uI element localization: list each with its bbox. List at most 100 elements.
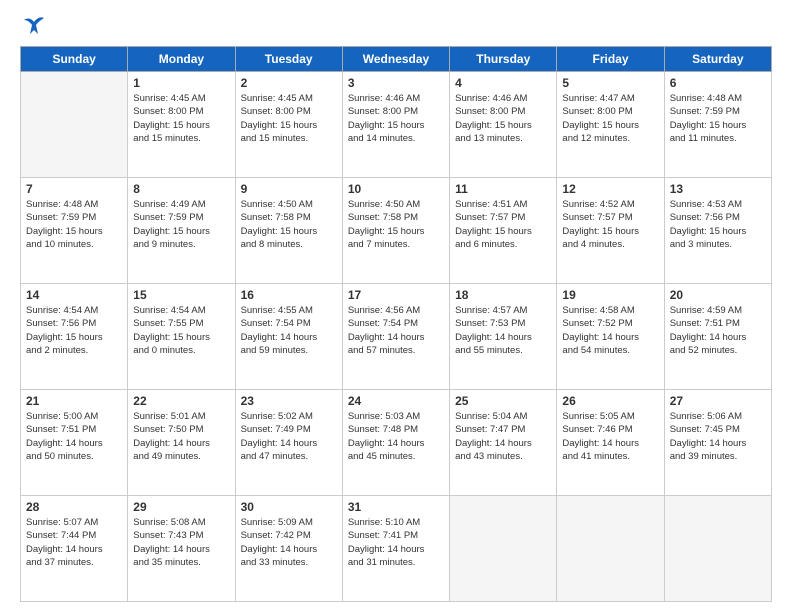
day-info: Sunrise: 4:59 AM Sunset: 7:51 PM Dayligh…	[670, 304, 766, 357]
day-number: 5	[562, 76, 658, 90]
calendar-header-wednesday: Wednesday	[342, 47, 449, 72]
day-number: 27	[670, 394, 766, 408]
day-number: 21	[26, 394, 122, 408]
calendar-header-row: SundayMondayTuesdayWednesdayThursdayFrid…	[21, 47, 772, 72]
day-info: Sunrise: 5:09 AM Sunset: 7:42 PM Dayligh…	[241, 516, 337, 569]
calendar-cell: 23 Sunrise: 5:02 AM Sunset: 7:49 PM Dayli…	[235, 390, 342, 496]
calendar-cell: 28 Sunrise: 5:07 AM Sunset: 7:44 PM Dayli…	[21, 496, 128, 602]
logo-bird-icon	[22, 16, 46, 36]
calendar-header-sunday: Sunday	[21, 47, 128, 72]
day-info: Sunrise: 4:51 AM Sunset: 7:57 PM Dayligh…	[455, 198, 551, 251]
day-info: Sunrise: 4:54 AM Sunset: 7:55 PM Dayligh…	[133, 304, 229, 357]
calendar-cell: 8 Sunrise: 4:49 AM Sunset: 7:59 PM Daylig…	[128, 178, 235, 284]
day-number: 30	[241, 500, 337, 514]
calendar-cell: 13 Sunrise: 4:53 AM Sunset: 7:56 PM Dayli…	[664, 178, 771, 284]
day-number: 29	[133, 500, 229, 514]
calendar-cell: 2 Sunrise: 4:45 AM Sunset: 8:00 PM Daylig…	[235, 72, 342, 178]
day-info: Sunrise: 4:57 AM Sunset: 7:53 PM Dayligh…	[455, 304, 551, 357]
day-number: 10	[348, 182, 444, 196]
calendar-cell: 16 Sunrise: 4:55 AM Sunset: 7:54 PM Dayli…	[235, 284, 342, 390]
day-info: Sunrise: 4:48 AM Sunset: 7:59 PM Dayligh…	[26, 198, 122, 251]
calendar-week-3: 14 Sunrise: 4:54 AM Sunset: 7:56 PM Dayli…	[21, 284, 772, 390]
calendar-cell: 14 Sunrise: 4:54 AM Sunset: 7:56 PM Dayli…	[21, 284, 128, 390]
day-number: 16	[241, 288, 337, 302]
calendar-cell: 30 Sunrise: 5:09 AM Sunset: 7:42 PM Dayli…	[235, 496, 342, 602]
logo	[20, 16, 46, 36]
day-number: 17	[348, 288, 444, 302]
day-info: Sunrise: 4:50 AM Sunset: 7:58 PM Dayligh…	[241, 198, 337, 251]
calendar-cell: 4Sunrise: 4:46 AM Sunset: 8:00 PM Daylig…	[450, 72, 557, 178]
day-number: 19	[562, 288, 658, 302]
day-number: 6	[670, 76, 766, 90]
calendar-cell: 3 Sunrise: 4:46 AM Sunset: 8:00 PM Daylig…	[342, 72, 449, 178]
logo-text	[20, 16, 46, 36]
calendar-week-5: 28 Sunrise: 5:07 AM Sunset: 7:44 PM Dayli…	[21, 496, 772, 602]
day-info: Sunrise: 4:52 AM Sunset: 7:57 PM Dayligh…	[562, 198, 658, 251]
calendar-cell	[664, 496, 771, 602]
day-number: 9	[241, 182, 337, 196]
calendar-cell: 25 Sunrise: 5:04 AM Sunset: 7:47 PM Dayli…	[450, 390, 557, 496]
day-info: Sunrise: 5:05 AM Sunset: 7:46 PM Dayligh…	[562, 410, 658, 463]
day-number: 23	[241, 394, 337, 408]
calendar-cell: 24Sunrise: 5:03 AM Sunset: 7:48 PM Dayli…	[342, 390, 449, 496]
day-info: Sunrise: 4:45 AM Sunset: 8:00 PM Dayligh…	[241, 92, 337, 145]
calendar-cell: 5 Sunrise: 4:47 AM Sunset: 8:00 PM Daylig…	[557, 72, 664, 178]
day-number: 1	[133, 76, 229, 90]
calendar-week-2: 7 Sunrise: 4:48 AM Sunset: 7:59 PM Daylig…	[21, 178, 772, 284]
calendar-week-1: 1 Sunrise: 4:45 AM Sunset: 8:00 PM Daylig…	[21, 72, 772, 178]
day-info: Sunrise: 4:46 AM Sunset: 8:00 PM Dayligh…	[348, 92, 444, 145]
calendar-cell	[21, 72, 128, 178]
calendar-cell	[450, 496, 557, 602]
day-info: Sunrise: 5:01 AM Sunset: 7:50 PM Dayligh…	[133, 410, 229, 463]
calendar-header-friday: Friday	[557, 47, 664, 72]
calendar-cell: 10 Sunrise: 4:50 AM Sunset: 7:58 PM Dayli…	[342, 178, 449, 284]
day-info: Sunrise: 4:58 AM Sunset: 7:52 PM Dayligh…	[562, 304, 658, 357]
calendar-cell: 12 Sunrise: 4:52 AM Sunset: 7:57 PM Dayli…	[557, 178, 664, 284]
day-number: 15	[133, 288, 229, 302]
calendar-cell: 9 Sunrise: 4:50 AM Sunset: 7:58 PM Daylig…	[235, 178, 342, 284]
calendar-cell	[557, 496, 664, 602]
calendar-cell: 22 Sunrise: 5:01 AM Sunset: 7:50 PM Dayli…	[128, 390, 235, 496]
day-info: Sunrise: 4:53 AM Sunset: 7:56 PM Dayligh…	[670, 198, 766, 251]
calendar-cell: 29Sunrise: 5:08 AM Sunset: 7:43 PM Dayli…	[128, 496, 235, 602]
calendar-cell: 1 Sunrise: 4:45 AM Sunset: 8:00 PM Daylig…	[128, 72, 235, 178]
calendar-cell: 18Sunrise: 4:57 AM Sunset: 7:53 PM Dayli…	[450, 284, 557, 390]
day-info: Sunrise: 4:48 AM Sunset: 7:59 PM Dayligh…	[670, 92, 766, 145]
day-info: Sunrise: 5:06 AM Sunset: 7:45 PM Dayligh…	[670, 410, 766, 463]
day-number: 11	[455, 182, 551, 196]
day-info: Sunrise: 5:00 AM Sunset: 7:51 PM Dayligh…	[26, 410, 122, 463]
day-number: 13	[670, 182, 766, 196]
day-number: 26	[562, 394, 658, 408]
day-info: Sunrise: 4:50 AM Sunset: 7:58 PM Dayligh…	[348, 198, 444, 251]
day-number: 14	[26, 288, 122, 302]
calendar-header-saturday: Saturday	[664, 47, 771, 72]
day-info: Sunrise: 4:45 AM Sunset: 8:00 PM Dayligh…	[133, 92, 229, 145]
day-info: Sunrise: 4:49 AM Sunset: 7:59 PM Dayligh…	[133, 198, 229, 251]
day-info: Sunrise: 5:07 AM Sunset: 7:44 PM Dayligh…	[26, 516, 122, 569]
calendar-week-4: 21 Sunrise: 5:00 AM Sunset: 7:51 PM Dayli…	[21, 390, 772, 496]
day-info: Sunrise: 5:02 AM Sunset: 7:49 PM Dayligh…	[241, 410, 337, 463]
day-info: Sunrise: 5:04 AM Sunset: 7:47 PM Dayligh…	[455, 410, 551, 463]
calendar-cell: 7 Sunrise: 4:48 AM Sunset: 7:59 PM Daylig…	[21, 178, 128, 284]
calendar-cell: 31Sunrise: 5:10 AM Sunset: 7:41 PM Dayli…	[342, 496, 449, 602]
calendar-cell: 6 Sunrise: 4:48 AM Sunset: 7:59 PM Daylig…	[664, 72, 771, 178]
day-number: 8	[133, 182, 229, 196]
day-number: 7	[26, 182, 122, 196]
calendar-cell: 15 Sunrise: 4:54 AM Sunset: 7:55 PM Dayli…	[128, 284, 235, 390]
calendar-cell: 20Sunrise: 4:59 AM Sunset: 7:51 PM Dayli…	[664, 284, 771, 390]
calendar-header-tuesday: Tuesday	[235, 47, 342, 72]
day-number: 28	[26, 500, 122, 514]
day-number: 24	[348, 394, 444, 408]
page: SundayMondayTuesdayWednesdayThursdayFrid…	[0, 0, 792, 612]
day-info: Sunrise: 4:47 AM Sunset: 8:00 PM Dayligh…	[562, 92, 658, 145]
day-number: 4	[455, 76, 551, 90]
day-number: 22	[133, 394, 229, 408]
day-info: Sunrise: 4:55 AM Sunset: 7:54 PM Dayligh…	[241, 304, 337, 357]
day-number: 12	[562, 182, 658, 196]
day-info: Sunrise: 4:54 AM Sunset: 7:56 PM Dayligh…	[26, 304, 122, 357]
day-number: 25	[455, 394, 551, 408]
day-number: 31	[348, 500, 444, 514]
day-number: 3	[348, 76, 444, 90]
day-number: 2	[241, 76, 337, 90]
calendar-header-thursday: Thursday	[450, 47, 557, 72]
